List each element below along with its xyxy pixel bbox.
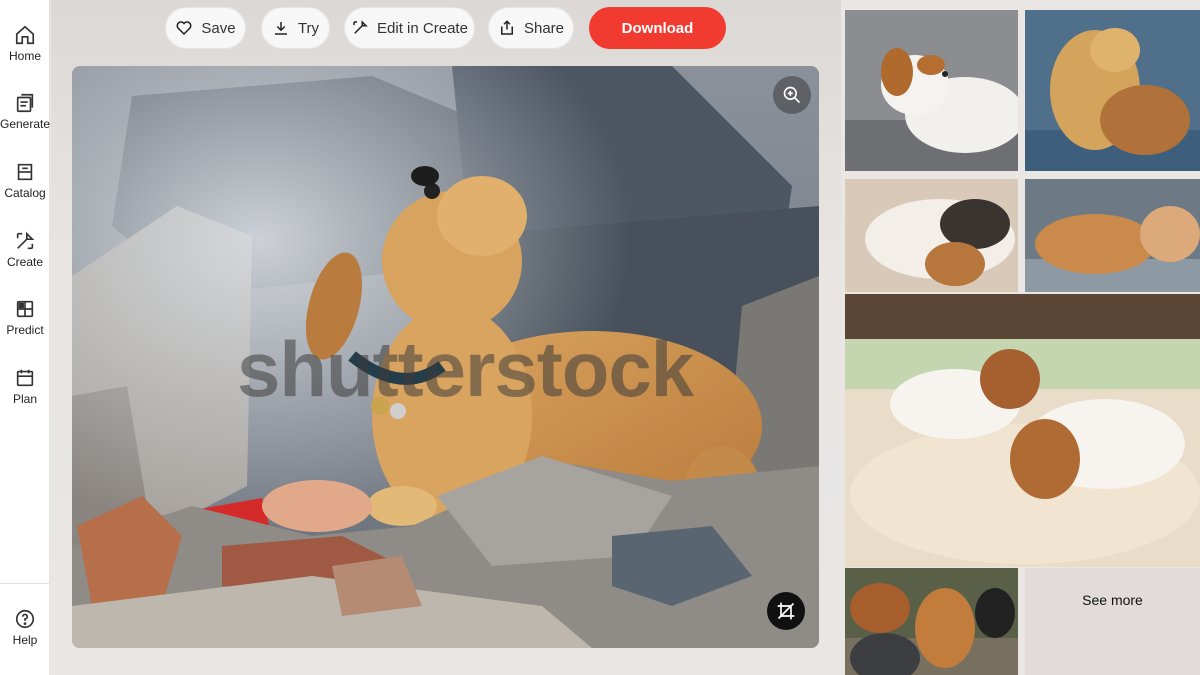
sidebar-item-label: Plan — [12, 392, 38, 406]
edit-wand-icon — [353, 20, 368, 34]
watermark-text: shutterstock — [237, 325, 694, 413]
share-button[interactable]: Share — [488, 7, 574, 49]
sidebar-item-label: Predict — [6, 323, 44, 337]
download-arrow-icon — [274, 22, 287, 35]
save-button[interactable]: Save — [165, 7, 246, 49]
sidebar-item-help[interactable]: Help — [0, 606, 50, 668]
related-image-3[interactable] — [845, 179, 1018, 292]
related-image-2[interactable] — [1025, 10, 1200, 171]
download-label: Download — [621, 19, 694, 37]
try-label: Try — [297, 19, 320, 37]
related-image-1[interactable] — [845, 10, 1018, 171]
save-label: Save — [201, 19, 236, 37]
sidebar-item-home[interactable]: Home — [0, 22, 50, 84]
zoom-button[interactable] — [773, 76, 811, 114]
sidebar-divider — [0, 583, 50, 584]
edit-label: Edit in Create — [377, 19, 468, 37]
create-icon — [16, 231, 35, 250]
sidebar-item-label: Create — [6, 255, 44, 269]
related-image-6[interactable] — [845, 568, 1018, 675]
heart-icon — [176, 21, 192, 36]
sidebar-item-catalog[interactable]: Catalog — [0, 159, 50, 221]
sidebar-item-label: Help — [12, 633, 38, 647]
sidebar: Home Generate Catalog Create Predict Pla… — [0, 0, 50, 675]
sidebar-item-create[interactable]: Create — [0, 228, 50, 290]
sidebar-item-label: Home — [8, 49, 41, 63]
generate-icon — [16, 93, 34, 113]
two-dogs-hug-thumbnail — [1025, 10, 1200, 171]
zoom-in-icon — [783, 86, 801, 104]
sidebar-item-plan[interactable]: Plan — [0, 365, 50, 427]
see-more-button[interactable]: See more — [1025, 568, 1200, 675]
dog-lying-bed-thumbnail — [1025, 179, 1200, 292]
beagle-sleeping-thumbnail — [845, 179, 1018, 292]
try-button[interactable]: Try — [261, 7, 330, 49]
see-more-label: See more — [1082, 592, 1143, 608]
dog-white-brown-thumbnail — [845, 10, 1018, 171]
download-button[interactable]: Download — [589, 7, 726, 49]
main-preview-image[interactable]: shutterstock — [72, 66, 819, 648]
help-icon — [15, 609, 35, 629]
edit-in-create-button[interactable]: Edit in Create — [344, 7, 475, 49]
crop-icon — [777, 602, 795, 620]
crop-button[interactable] — [767, 592, 805, 630]
sidebar-item-label: Catalog — [4, 186, 46, 200]
catalog-icon — [17, 163, 33, 181]
plan-icon — [16, 369, 34, 387]
group-of-dogs-thumbnail — [845, 568, 1018, 675]
sidebar-item-predict[interactable]: Predict — [0, 296, 50, 358]
share-icon — [500, 20, 513, 35]
predict-icon — [16, 300, 34, 318]
puppies-blanket-thumbnail — [845, 294, 1200, 567]
related-image-5[interactable] — [845, 294, 1200, 567]
sidebar-item-generate[interactable]: Generate — [0, 90, 50, 152]
sidebar-item-label: Generate — [0, 117, 51, 131]
home-icon — [15, 25, 35, 45]
related-image-4[interactable] — [1025, 179, 1200, 292]
share-label: Share — [523, 19, 565, 37]
